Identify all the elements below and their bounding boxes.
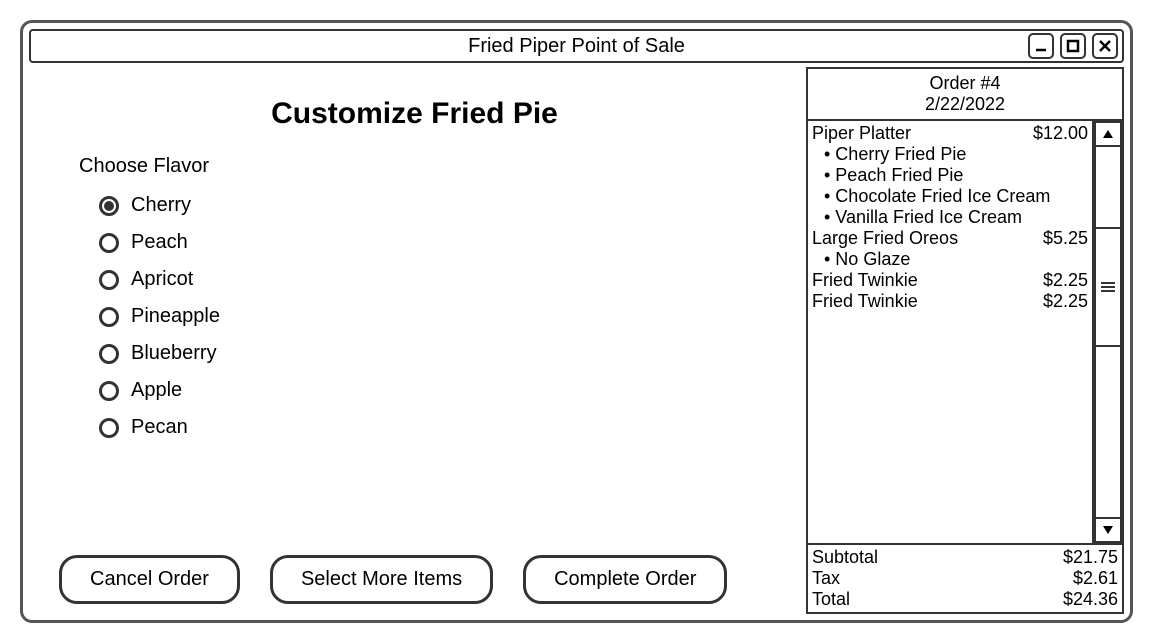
flavor-option-label: Apple [131, 379, 182, 402]
window-title: Fried Piper Point of Sale [468, 35, 685, 58]
order-line-item: Large Fried Oreos $5.25 [812, 228, 1088, 249]
flavor-option-cherry[interactable]: Cherry [99, 194, 780, 217]
radio-icon [99, 307, 119, 327]
order-sub-item: • Vanilla Fried Ice Cream [812, 207, 1088, 228]
order-item-name: Fried Twinkie [812, 291, 918, 312]
flavor-option-label: Pecan [131, 416, 188, 439]
customize-title: Customize Fried Pie [49, 97, 780, 131]
window-controls [1028, 33, 1118, 59]
flavor-option-peach[interactable]: Peach [99, 231, 780, 254]
close-icon [1098, 39, 1112, 53]
flavor-option-pineapple[interactable]: Pineapple [99, 305, 780, 328]
tax-label: Tax [812, 568, 840, 589]
scroll-up-button[interactable] [1094, 121, 1122, 147]
radio-icon [99, 233, 119, 253]
complete-order-button[interactable]: Complete Order [523, 555, 727, 604]
minimize-icon [1034, 39, 1048, 53]
flavor-option-label: Pineapple [131, 305, 220, 328]
radio-icon [99, 418, 119, 438]
scroll-track[interactable] [1094, 147, 1122, 517]
order-sub-item: • Chocolate Fried Ice Cream [812, 186, 1088, 207]
flavor-option-label: Peach [131, 231, 188, 254]
flavor-option-apple[interactable]: Apple [99, 379, 780, 402]
flavor-option-pecan[interactable]: Pecan [99, 416, 780, 439]
order-panel: Order #4 2/22/2022 Piper Platter$12.00• … [806, 67, 1124, 614]
maximize-button[interactable] [1060, 33, 1086, 59]
maximize-icon [1066, 39, 1080, 53]
order-date: 2/22/2022 [808, 94, 1122, 115]
order-line-item: Piper Platter $12.00 [812, 123, 1088, 144]
order-item-name: Fried Twinkie [812, 270, 918, 291]
subtotal-label: Subtotal [812, 547, 878, 568]
chevron-up-icon [1102, 129, 1114, 139]
subtotal-row: Subtotal $21.75 [812, 547, 1118, 568]
radio-icon [99, 344, 119, 364]
tax-value: $2.61 [1073, 568, 1118, 589]
order-item-price: $12.00 [1033, 123, 1088, 144]
order-totals: Subtotal $21.75 Tax $2.61 Total $24.36 [808, 543, 1122, 612]
order-item-list: Piper Platter $12.00• Cherry Fried Pie• P… [808, 121, 1094, 543]
flavor-option-label: Cherry [131, 194, 191, 217]
chevron-down-icon [1102, 525, 1114, 535]
order-sub-item: • No Glaze [812, 249, 1088, 270]
scrollbar [1094, 121, 1122, 543]
order-item-price: $5.25 [1043, 228, 1088, 249]
radio-icon [99, 270, 119, 290]
order-sub-item: • Peach Fried Pie [812, 165, 1088, 186]
content-area: Customize Fried Pie Choose Flavor Cherry… [29, 67, 1124, 614]
flavor-radio-group: Cherry Peach Apricot Pineapple Blueberry Appl… [99, 194, 780, 535]
order-line-item: Fried Twinkie $2.25 [812, 291, 1088, 312]
order-number: Order #4 [808, 73, 1122, 94]
title-bar: Fried Piper Point of Sale [29, 29, 1124, 63]
close-button[interactable] [1092, 33, 1118, 59]
order-line-item: Fried Twinkie $2.25 [812, 270, 1088, 291]
minimize-button[interactable] [1028, 33, 1054, 59]
flavor-option-label: Apricot [131, 268, 193, 291]
order-body: Piper Platter $12.00• Cherry Fried Pie• P… [808, 121, 1122, 543]
radio-icon [99, 381, 119, 401]
app-window: Fried Piper Point of Sale Customize Frie… [20, 20, 1133, 623]
total-row: Total $24.36 [812, 589, 1118, 610]
total-value: $24.36 [1063, 589, 1118, 610]
scroll-down-button[interactable] [1094, 517, 1122, 543]
scroll-thumb[interactable] [1096, 227, 1120, 347]
order-item-price: $2.25 [1043, 270, 1088, 291]
order-header: Order #4 2/22/2022 [808, 69, 1122, 121]
order-item-name: Large Fried Oreos [812, 228, 958, 249]
customize-panel: Customize Fried Pie Choose Flavor Cherry… [29, 67, 800, 614]
total-label: Total [812, 589, 850, 610]
action-button-row: Cancel Order Select More Items Complete … [59, 555, 780, 604]
tax-row: Tax $2.61 [812, 568, 1118, 589]
radio-icon [99, 196, 119, 216]
flavor-option-blueberry[interactable]: Blueberry [99, 342, 780, 365]
order-sub-item: • Cherry Fried Pie [812, 144, 1088, 165]
flavor-option-apricot[interactable]: Apricot [99, 268, 780, 291]
cancel-order-button[interactable]: Cancel Order [59, 555, 240, 604]
order-item-name: Piper Platter [812, 123, 911, 144]
flavor-option-label: Blueberry [131, 342, 217, 365]
subtotal-value: $21.75 [1063, 547, 1118, 568]
order-item-price: $2.25 [1043, 291, 1088, 312]
select-more-items-button[interactable]: Select More Items [270, 555, 493, 604]
flavor-section-label: Choose Flavor [79, 155, 780, 178]
